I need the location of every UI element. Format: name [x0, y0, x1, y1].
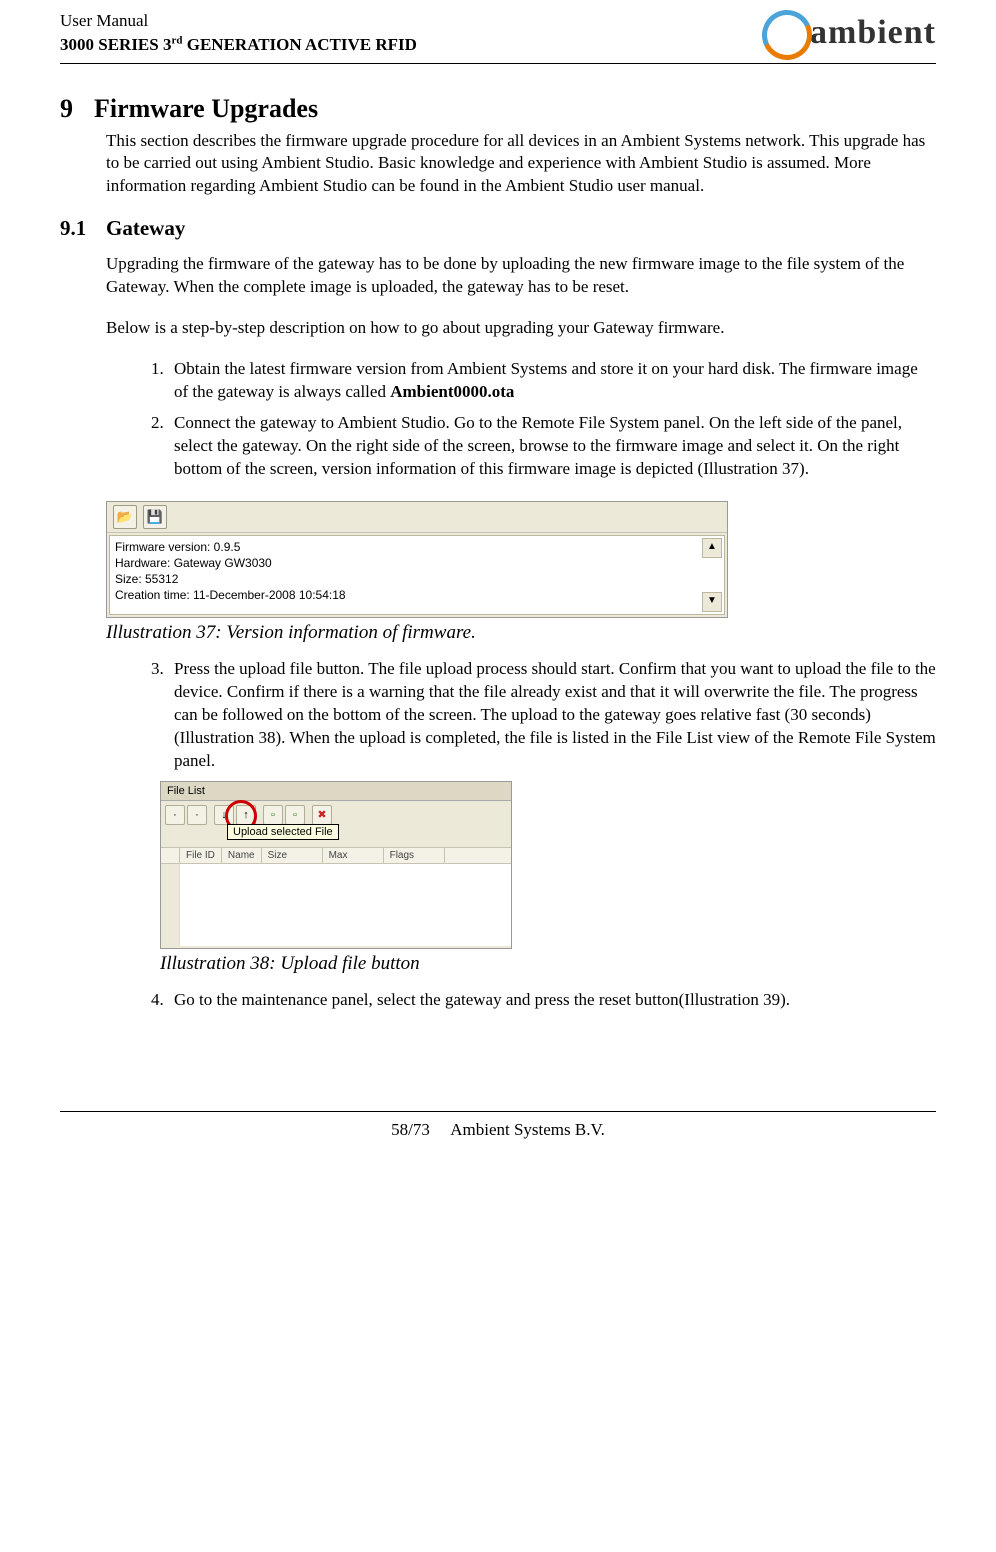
open-file-button[interactable]: 📂 — [113, 505, 137, 529]
header-rule — [60, 63, 936, 64]
save-file-button[interactable]: 💾 — [143, 505, 167, 529]
toolbar: 📂 💾 — [107, 502, 727, 533]
header-line2: 3000 SERIES 3rd GENERATION ACTIVE RFID — [60, 33, 417, 57]
step-4: Go to the maintenance panel, select the … — [168, 989, 936, 1012]
info-text-area: Firmware version: 0.9.5 Hardware: Gatewa… — [109, 535, 725, 615]
floppy-disk-icon: 💾 — [147, 509, 163, 525]
scroll-down-button[interactable]: ▼ — [702, 592, 722, 612]
col-file-id: File ID — [180, 848, 222, 863]
figure-38: File List · · ↓ ↑ ▫ ▫ ✖ Upload selected … — [160, 781, 512, 949]
section-heading: 9Firmware Upgrades — [60, 94, 936, 124]
cross-icon: ✖ — [317, 808, 326, 821]
empty-list-area — [179, 864, 511, 946]
subsection-p1: Upgrading the firmware of the gateway ha… — [60, 253, 936, 299]
figure-37: 📂 💾 Firmware version: 0.9.5 Hardware: Ga… — [106, 501, 936, 618]
steps-list-continued-2: Go to the maintenance panel, select the … — [60, 989, 936, 1012]
step-2: Connect the gateway to Ambient Studio. G… — [168, 412, 936, 481]
creation-time-line: Creation time: 11-December-2008 10:54:18 — [115, 587, 719, 603]
header-line1: User Manual — [60, 10, 417, 33]
tb-button-1[interactable]: · — [165, 805, 185, 825]
step-1: Obtain the latest firmware version from … — [168, 358, 936, 404]
col-size: Size — [262, 848, 323, 863]
tb-button-2[interactable]: · — [187, 805, 207, 825]
footer-rule — [60, 1111, 936, 1112]
logo: ambient — [762, 10, 936, 56]
scroll-up-button[interactable]: ▲ — [702, 538, 722, 558]
subsection-title: Gateway — [106, 216, 185, 240]
upload-tooltip: Upload selected File — [227, 824, 339, 840]
folder-open-icon: 📂 — [117, 509, 133, 525]
row-selector-header — [161, 848, 180, 863]
page-number: 58/73 — [391, 1120, 430, 1139]
column-headers: File ID Name Size Max Flags — [161, 847, 511, 864]
panel-title: File List — [161, 782, 511, 801]
page-footer: 58/73 Ambient Systems B.V. — [60, 1111, 936, 1140]
footer-org: Ambient Systems B.V. — [450, 1120, 605, 1139]
hardware-line: Hardware: Gateway GW3030 — [115, 555, 719, 571]
header-text: User Manual 3000 SERIES 3rd GENERATION A… — [60, 10, 417, 57]
size-line: Size: 55312 — [115, 571, 719, 587]
tb-button-green-1[interactable]: ▫ — [263, 805, 283, 825]
logo-text: ambient — [810, 14, 936, 52]
step-3: Press the upload file button. The file u… — [168, 658, 936, 773]
section-number: 9 — [60, 94, 94, 124]
col-flags: Flags — [384, 848, 445, 863]
figure-38-caption: Illustration 38: Upload file button — [160, 953, 936, 975]
square-icon: ▫ — [271, 809, 275, 821]
file-list-toolbar: · · ↓ ↑ ▫ ▫ ✖ Upload selected File — [161, 801, 511, 829]
steps-list: Obtain the latest firmware version from … — [60, 358, 936, 481]
logo-swoosh-icon — [762, 10, 808, 56]
fw-version-line: Firmware version: 0.9.5 — [115, 539, 719, 555]
page-header: User Manual 3000 SERIES 3rd GENERATION A… — [60, 10, 936, 57]
figure-37-caption: Illustration 37: Version information of … — [106, 622, 936, 644]
tb-button-green-2[interactable]: ▫ — [285, 805, 305, 825]
col-name: Name — [222, 848, 262, 863]
screenshot-version-info: 📂 💾 Firmware version: 0.9.5 Hardware: Ga… — [106, 501, 728, 618]
section-title: Firmware Upgrades — [94, 94, 318, 123]
subsection-number: 9.1 — [60, 216, 106, 241]
section-intro: This section describes the firmware upgr… — [60, 130, 936, 199]
square-icon: ▫ — [293, 809, 297, 821]
delete-button[interactable]: ✖ — [312, 805, 332, 825]
steps-list-continued: Press the upload file button. The file u… — [60, 658, 936, 773]
subsection-heading: 9.1Gateway — [60, 216, 936, 241]
col-max: Max — [323, 848, 384, 863]
subsection-p2: Below is a step-by-step description on h… — [60, 317, 936, 340]
